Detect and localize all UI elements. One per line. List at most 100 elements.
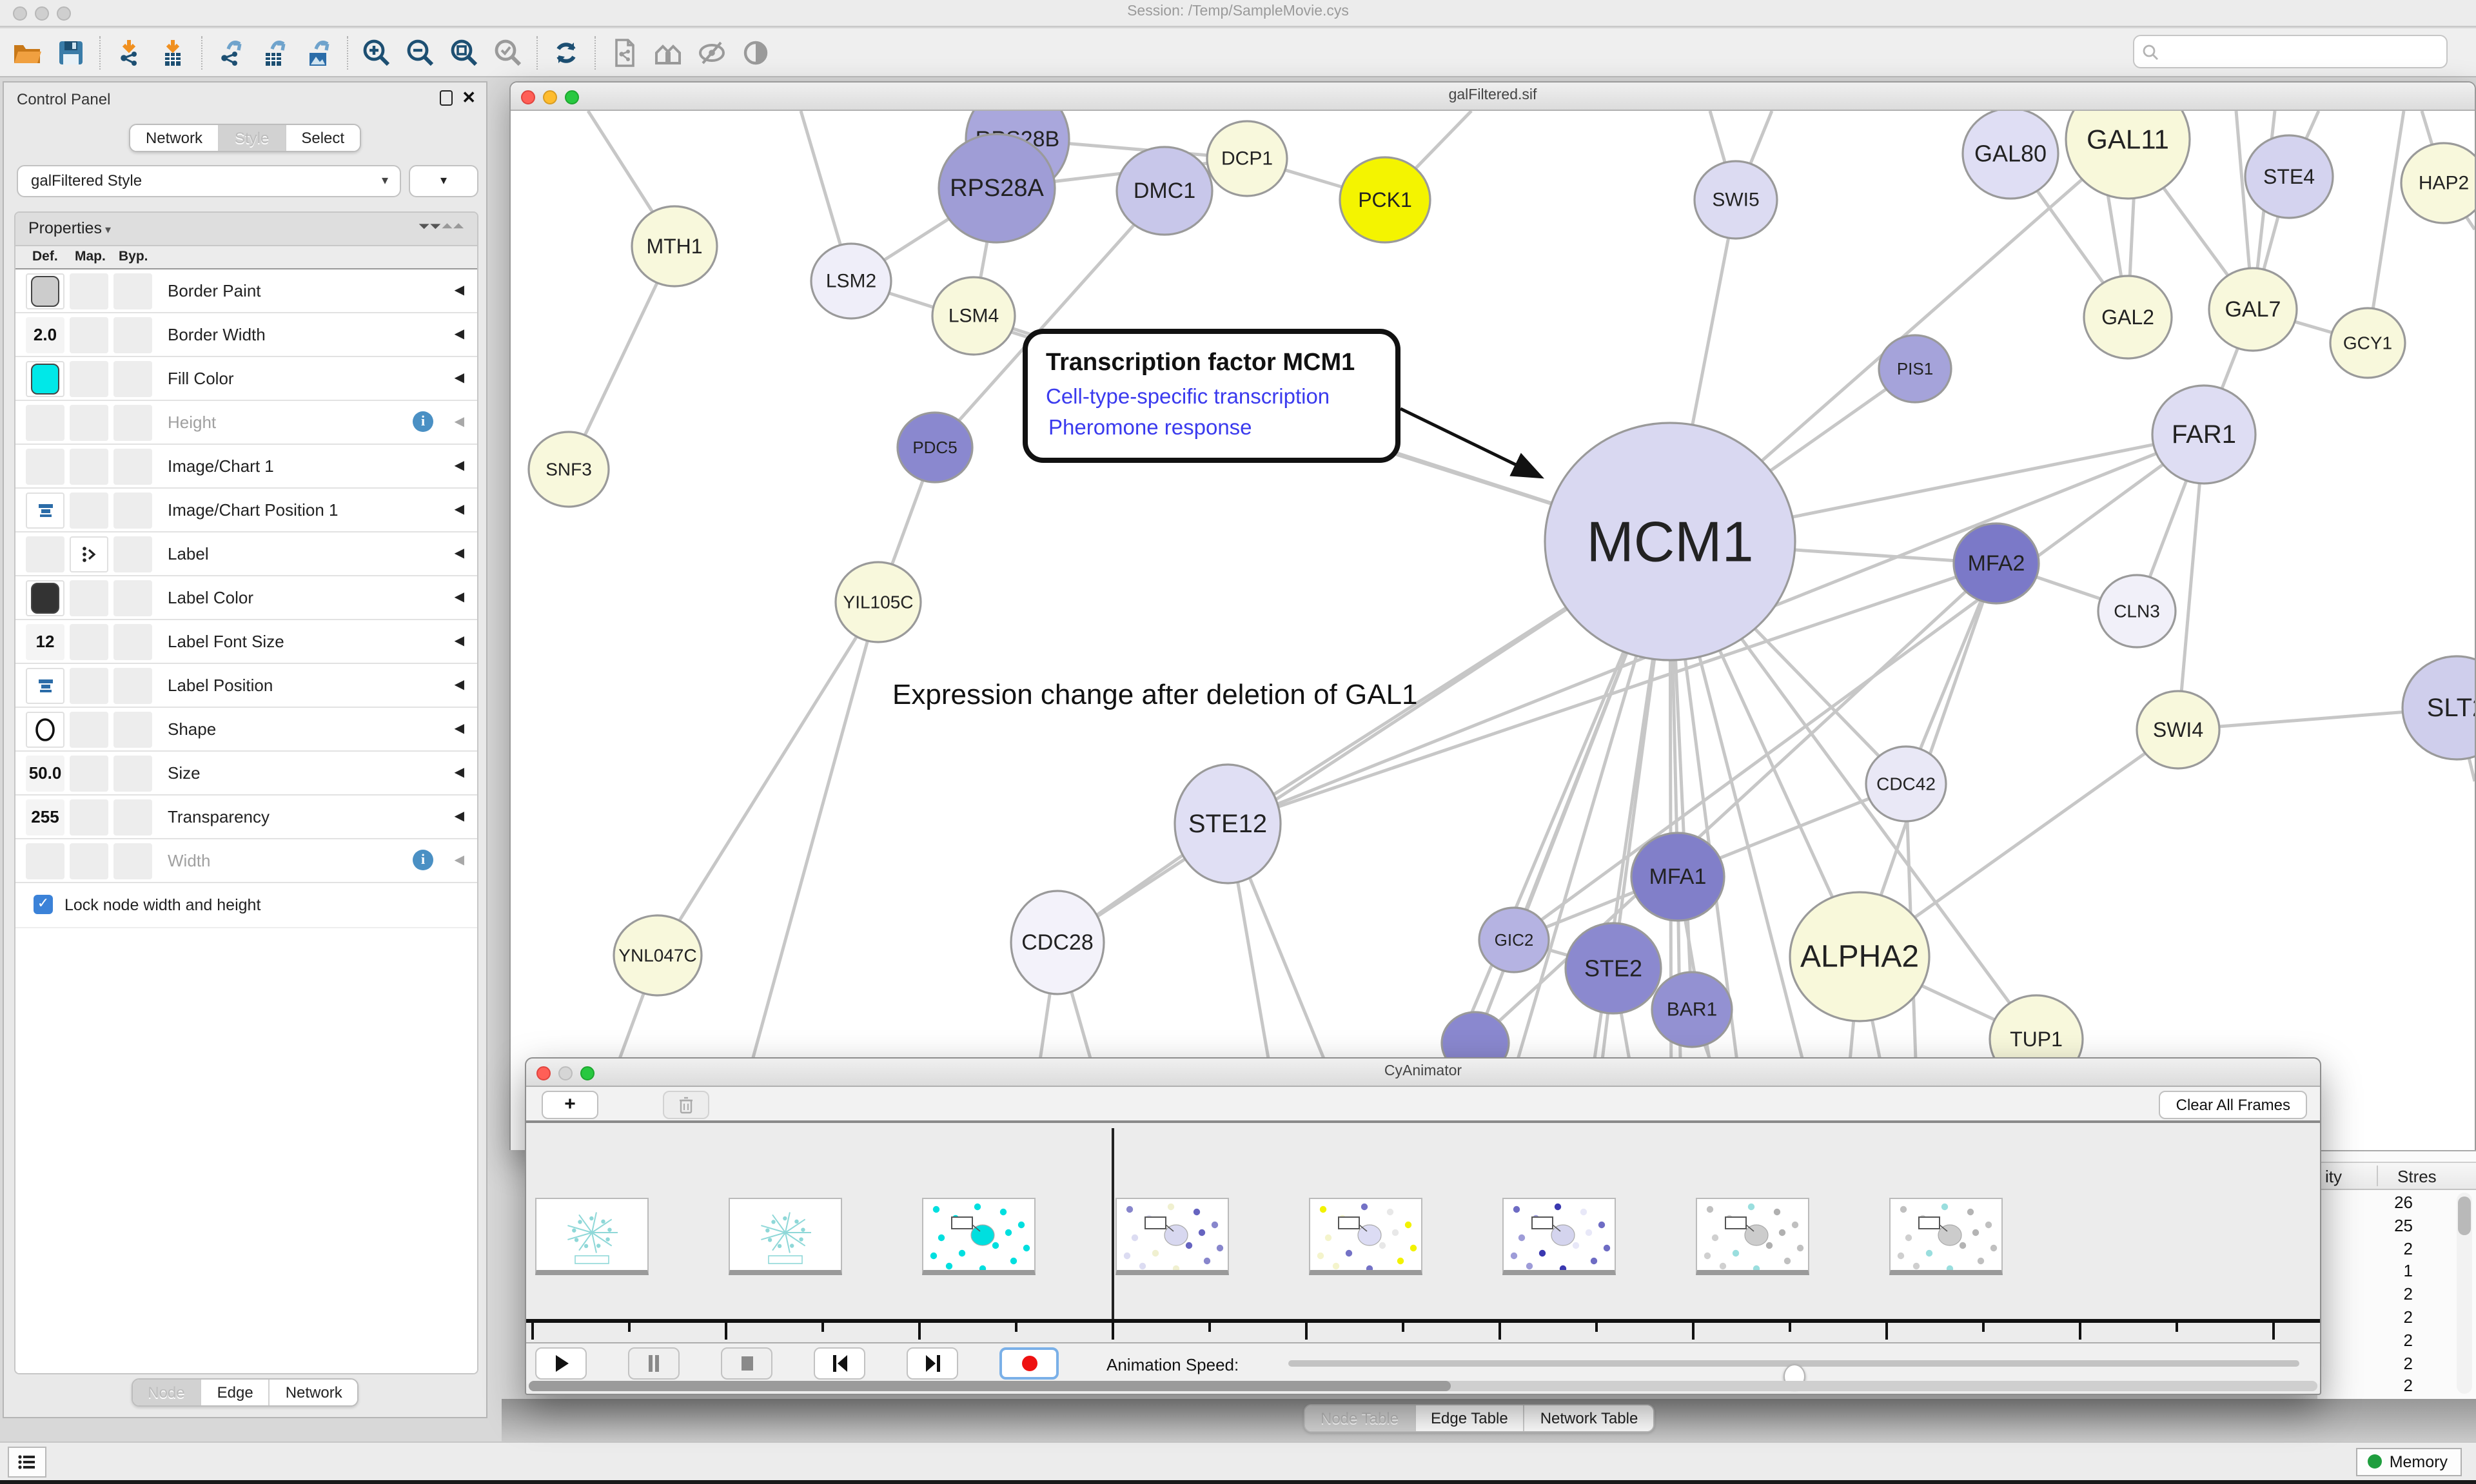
export-table-button[interactable] <box>255 35 294 71</box>
network-node-gal2[interactable]: GAL2 <box>2084 276 2172 358</box>
frame-thumbnail-1[interactable] <box>729 1198 842 1275</box>
def-cell[interactable] <box>26 536 64 572</box>
property-row-shape[interactable]: Shape◀ <box>15 708 477 752</box>
def-cell[interactable]: 255 <box>26 799 64 835</box>
table-vertical-scrollbar[interactable] <box>2457 1193 2472 1394</box>
byp-cell[interactable] <box>113 843 152 879</box>
def-cell[interactable] <box>26 273 64 309</box>
mcm1-annotation[interactable]: Transcription factor MCM1Cell-type-speci… <box>1025 331 1398 460</box>
zoom-out-button[interactable] <box>401 35 440 71</box>
property-row-width[interactable]: Widthi◀ <box>15 839 477 883</box>
tab-edge-table[interactable]: Edge Table <box>1414 1405 1524 1431</box>
caption-annotation[interactable]: Expression change after deletion of GAL1 <box>892 679 1418 710</box>
table-cell[interactable]: 2 <box>2317 1238 2441 1262</box>
zoom-fit-button[interactable] <box>445 35 484 71</box>
expand-mapping-icon[interactable]: ◀ <box>455 284 464 298</box>
add-frame-button[interactable]: + <box>542 1091 598 1119</box>
float-panel-icon[interactable] <box>440 90 453 106</box>
tab-edge[interactable]: Edge <box>201 1380 269 1405</box>
export-image-button[interactable] <box>299 35 338 71</box>
play-button[interactable] <box>535 1347 587 1380</box>
annotation-link-2[interactable]: Pheromone response <box>1048 415 1252 439</box>
hide-selected-button[interactable] <box>693 35 731 71</box>
def-cell[interactable] <box>26 361 64 397</box>
network-node-mth1[interactable]: MTH1 <box>632 206 717 286</box>
network-node-pdc5[interactable]: PDC5 <box>898 413 972 482</box>
group-nodes-button[interactable] <box>649 35 687 71</box>
tab-style[interactable]: Style <box>218 125 284 151</box>
tab-select[interactable]: Select <box>284 125 360 151</box>
network-node-hap2[interactable]: HAP2 <box>2401 143 2475 223</box>
map-cell[interactable] <box>70 449 108 485</box>
byp-cell[interactable] <box>113 361 152 397</box>
property-row-fill-color[interactable]: Fill Color◀ <box>15 357 477 401</box>
animation-speed-slider[interactable] <box>1288 1360 2299 1367</box>
clear-all-frames-button[interactable]: Clear All Frames <box>2159 1091 2307 1119</box>
network-node-cln3[interactable]: CLN3 <box>2098 575 2176 647</box>
def-cell[interactable]: 50.0 <box>26 756 64 792</box>
table-cell[interactable]: 1 <box>2317 1262 2441 1285</box>
pause-button[interactable] <box>628 1347 680 1380</box>
cyanimator-titlebar[interactable]: CyAnimator <box>526 1059 2320 1087</box>
frame-thumbnail-4[interactable] <box>1309 1198 1422 1275</box>
expand-mapping-icon[interactable]: ◀ <box>455 415 464 429</box>
refresh-button[interactable] <box>547 35 585 71</box>
frame-thumbnail-5[interactable] <box>1502 1198 1616 1275</box>
expand-mapping-icon[interactable]: ◀ <box>455 854 464 868</box>
playhead[interactable] <box>1112 1128 1114 1319</box>
def-cell[interactable] <box>26 405 64 441</box>
property-row-image-chart-1[interactable]: Image/Chart 1◀ <box>15 445 477 489</box>
expand-mapping-icon[interactable]: ◀ <box>455 722 464 736</box>
annotation-link-1[interactable]: Cell-type-specific transcription <box>1046 384 1330 408</box>
expand-mapping-icon[interactable]: ◀ <box>455 327 464 342</box>
byp-cell[interactable] <box>113 580 152 616</box>
column-header-ity[interactable]: ity <box>2325 1167 2342 1186</box>
expand-mapping-icon[interactable]: ◀ <box>455 459 464 473</box>
network-window-titlebar[interactable]: galFiltered.sif <box>511 83 2475 111</box>
stop-button[interactable] <box>721 1347 772 1380</box>
collapse-all-icon[interactable]: ⏶⏶ <box>442 219 464 236</box>
duplicate-network-button[interactable] <box>605 35 644 71</box>
map-cell[interactable] <box>70 624 108 660</box>
network-node-cdc42[interactable]: CDC42 <box>1866 747 1946 821</box>
property-row-label-font-size[interactable]: 12Label Font Size◀ <box>15 620 477 664</box>
property-row-height[interactable]: Heighti◀ <box>15 401 477 445</box>
map-cell[interactable] <box>70 536 108 572</box>
map-cell[interactable] <box>70 799 108 835</box>
record-button[interactable] <box>999 1347 1059 1380</box>
properties-header[interactable]: Properties ⏷⏷ ⏶⏶ <box>15 213 477 246</box>
table-cell[interactable]: 2 <box>2317 1307 2441 1331</box>
expand-mapping-icon[interactable]: ◀ <box>455 371 464 386</box>
def-cell[interactable] <box>26 712 64 748</box>
byp-cell[interactable] <box>113 712 152 748</box>
tab-network-table[interactable]: Network Table <box>1524 1405 1654 1431</box>
byp-cell[interactable] <box>113 405 152 441</box>
table-cell[interactable]: 2 <box>2317 1331 2441 1354</box>
expand-mapping-icon[interactable]: ◀ <box>455 634 464 649</box>
style-selector-dropdown[interactable]: galFiltered Style <box>17 165 401 197</box>
network-node-ynl047c[interactable]: YNL047C <box>614 915 702 995</box>
tab-network[interactable]: Network <box>269 1380 358 1405</box>
frame-thumbnail-6[interactable] <box>1696 1198 1809 1275</box>
open-session-button[interactable] <box>8 35 46 71</box>
network-node-slt2[interactable]: SLT2 <box>2402 656 2475 759</box>
network-node-cdc28[interactable]: CDC28 <box>1011 891 1104 994</box>
map-cell[interactable] <box>70 756 108 792</box>
tab-node-table[interactable]: Node Table <box>1305 1405 1414 1431</box>
prev-frame-button[interactable] <box>814 1347 865 1380</box>
table-cell[interactable]: 25 <box>2317 1216 2441 1239</box>
def-cell[interactable] <box>26 843 64 879</box>
property-row-transparency[interactable]: 255Transparency◀ <box>15 796 477 839</box>
network-node-gcy1[interactable]: GCY1 <box>2330 308 2405 378</box>
network-node-mfa2[interactable]: MFA2 <box>1954 523 2039 603</box>
network-node-gic2[interactable]: GIC2 <box>1479 908 1549 972</box>
network-node-mfa1[interactable]: MFA1 <box>1631 833 1724 921</box>
network-node-ste2[interactable]: STE2 <box>1566 923 1661 1013</box>
memory-button[interactable]: Memory <box>2356 1448 2462 1476</box>
network-node-snf3[interactable]: SNF3 <box>529 432 609 507</box>
map-cell[interactable] <box>70 405 108 441</box>
frame-thumbnail-2[interactable] <box>922 1198 1036 1275</box>
byp-cell[interactable] <box>113 493 152 529</box>
byp-cell[interactable] <box>113 756 152 792</box>
def-cell[interactable]: 12 <box>26 624 64 660</box>
